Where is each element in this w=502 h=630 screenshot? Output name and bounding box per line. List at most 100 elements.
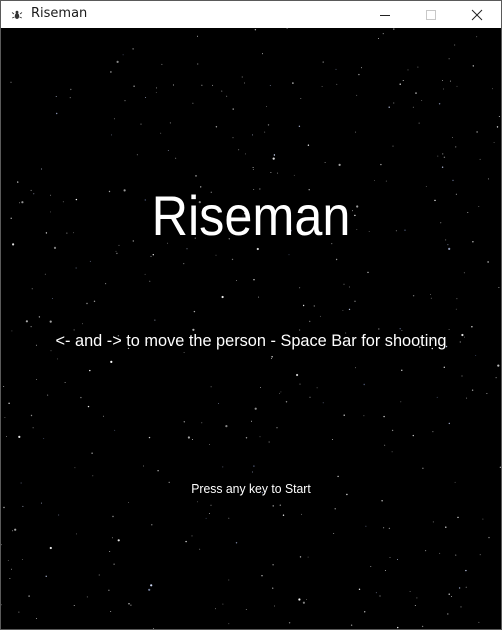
star bbox=[286, 28, 288, 29]
star bbox=[197, 63, 199, 65]
close-button[interactable] bbox=[454, 1, 500, 28]
star bbox=[43, 437, 45, 439]
star bbox=[266, 105, 268, 107]
star bbox=[299, 287, 301, 289]
star bbox=[448, 58, 450, 60]
star bbox=[111, 537, 113, 539]
star bbox=[10, 217, 12, 219]
star bbox=[499, 466, 501, 468]
star bbox=[498, 286, 500, 288]
star bbox=[157, 470, 159, 472]
star bbox=[384, 444, 386, 446]
star bbox=[109, 551, 111, 553]
star bbox=[412, 295, 415, 297]
star bbox=[254, 407, 257, 410]
star bbox=[479, 158, 481, 160]
star bbox=[115, 250, 117, 252]
minimize-button[interactable] bbox=[362, 1, 408, 28]
star bbox=[185, 540, 187, 543]
star bbox=[293, 174, 295, 176]
star bbox=[14, 528, 17, 531]
star bbox=[271, 356, 273, 358]
star bbox=[307, 556, 309, 558]
window-title: Riseman bbox=[31, 6, 88, 21]
star bbox=[495, 377, 497, 379]
star bbox=[12, 243, 15, 246]
star bbox=[238, 149, 240, 151]
star bbox=[497, 364, 500, 367]
star bbox=[122, 54, 124, 56]
star bbox=[256, 247, 259, 251]
star bbox=[222, 603, 224, 605]
star bbox=[150, 255, 152, 257]
star bbox=[49, 320, 52, 323]
star bbox=[338, 163, 341, 166]
star bbox=[409, 591, 411, 593]
star bbox=[1, 604, 3, 606]
star bbox=[116, 60, 119, 64]
star bbox=[222, 466, 224, 468]
star bbox=[40, 502, 42, 504]
star bbox=[57, 358, 59, 360]
star bbox=[391, 451, 393, 453]
star bbox=[264, 131, 266, 133]
star bbox=[448, 593, 450, 595]
star bbox=[397, 626, 399, 629]
star bbox=[399, 83, 401, 85]
star bbox=[270, 358, 272, 360]
star bbox=[70, 88, 72, 91]
star bbox=[228, 517, 230, 519]
star bbox=[254, 29, 257, 31]
star bbox=[272, 505, 274, 507]
title-bar[interactable]: Riseman bbox=[1, 1, 501, 28]
star bbox=[391, 429, 394, 432]
maximize-button[interactable] bbox=[408, 1, 454, 28]
star bbox=[316, 387, 318, 389]
starfield-background bbox=[1, 28, 501, 629]
star bbox=[465, 569, 467, 572]
star bbox=[12, 530, 14, 532]
game-canvas[interactable]: Riseman <- and -> to move the person - S… bbox=[1, 28, 501, 629]
star bbox=[298, 598, 301, 601]
star bbox=[358, 588, 361, 590]
star bbox=[479, 554, 481, 556]
star bbox=[267, 124, 270, 126]
star bbox=[261, 575, 263, 577]
star bbox=[105, 283, 107, 285]
star bbox=[448, 328, 450, 330]
star bbox=[128, 502, 130, 504]
star bbox=[288, 622, 291, 624]
star bbox=[384, 570, 386, 572]
star bbox=[442, 79, 443, 81]
star bbox=[361, 67, 362, 69]
star bbox=[268, 441, 270, 443]
star bbox=[496, 126, 499, 128]
star bbox=[482, 518, 484, 520]
star bbox=[252, 134, 253, 136]
star bbox=[21, 559, 23, 561]
star bbox=[132, 48, 134, 50]
star bbox=[412, 106, 414, 108]
star bbox=[448, 247, 451, 250]
star bbox=[379, 595, 381, 597]
star bbox=[393, 28, 395, 30]
star bbox=[114, 429, 116, 431]
star bbox=[442, 153, 444, 155]
star bbox=[49, 546, 52, 550]
star bbox=[75, 267, 77, 269]
star bbox=[30, 414, 33, 417]
star bbox=[414, 605, 416, 607]
star bbox=[471, 389, 474, 391]
star bbox=[378, 328, 380, 330]
star bbox=[124, 100, 126, 102]
game-title: Riseman bbox=[151, 184, 351, 247]
star bbox=[210, 386, 212, 388]
star bbox=[385, 180, 387, 182]
star bbox=[276, 427, 278, 429]
star bbox=[8, 402, 10, 404]
star bbox=[492, 88, 493, 90]
star bbox=[272, 587, 274, 589]
star bbox=[401, 369, 403, 371]
star bbox=[35, 617, 37, 619]
star bbox=[321, 86, 323, 87]
